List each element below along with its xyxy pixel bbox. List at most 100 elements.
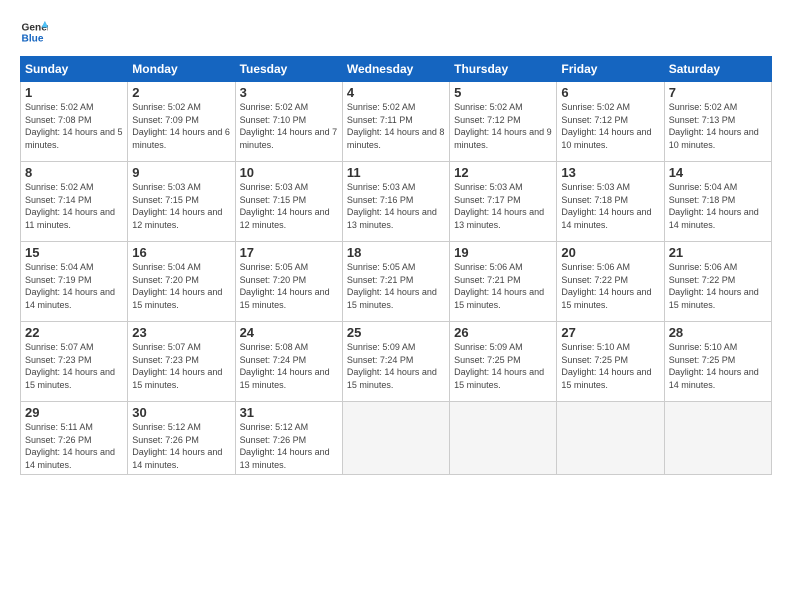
calendar-cell: 30Sunrise: 5:12 AMSunset: 7:26 PMDayligh… (128, 402, 235, 475)
calendar-cell: 14Sunrise: 5:04 AMSunset: 7:18 PMDayligh… (664, 162, 771, 242)
day-info: Sunrise: 5:07 AMSunset: 7:23 PMDaylight:… (25, 341, 123, 391)
day-info: Sunrise: 5:05 AMSunset: 7:20 PMDaylight:… (240, 261, 338, 311)
day-info: Sunrise: 5:06 AMSunset: 7:22 PMDaylight:… (669, 261, 767, 311)
day-info: Sunrise: 5:04 AMSunset: 7:18 PMDaylight:… (669, 181, 767, 231)
calendar-cell: 29Sunrise: 5:11 AMSunset: 7:26 PMDayligh… (21, 402, 128, 475)
week-row-5: 29Sunrise: 5:11 AMSunset: 7:26 PMDayligh… (21, 402, 772, 475)
week-row-1: 1Sunrise: 5:02 AMSunset: 7:08 PMDaylight… (21, 82, 772, 162)
day-info: Sunrise: 5:09 AMSunset: 7:24 PMDaylight:… (347, 341, 445, 391)
day-info: Sunrise: 5:03 AMSunset: 7:15 PMDaylight:… (240, 181, 338, 231)
day-number: 25 (347, 325, 445, 340)
day-number: 27 (561, 325, 659, 340)
weekday-header-friday: Friday (557, 57, 664, 82)
weekday-header-wednesday: Wednesday (342, 57, 449, 82)
calendar-cell: 15Sunrise: 5:04 AMSunset: 7:19 PMDayligh… (21, 242, 128, 322)
calendar-cell: 3Sunrise: 5:02 AMSunset: 7:10 PMDaylight… (235, 82, 342, 162)
day-info: Sunrise: 5:03 AMSunset: 7:18 PMDaylight:… (561, 181, 659, 231)
day-info: Sunrise: 5:02 AMSunset: 7:12 PMDaylight:… (454, 101, 552, 151)
calendar-cell (664, 402, 771, 475)
calendar-cell: 11Sunrise: 5:03 AMSunset: 7:16 PMDayligh… (342, 162, 449, 242)
weekday-header-monday: Monday (128, 57, 235, 82)
day-number: 14 (669, 165, 767, 180)
calendar-cell: 26Sunrise: 5:09 AMSunset: 7:25 PMDayligh… (450, 322, 557, 402)
day-info: Sunrise: 5:03 AMSunset: 7:15 PMDaylight:… (132, 181, 230, 231)
calendar-cell (450, 402, 557, 475)
calendar: SundayMondayTuesdayWednesdayThursdayFrid… (20, 56, 772, 475)
day-number: 13 (561, 165, 659, 180)
calendar-cell: 25Sunrise: 5:09 AMSunset: 7:24 PMDayligh… (342, 322, 449, 402)
calendar-cell: 8Sunrise: 5:02 AMSunset: 7:14 PMDaylight… (21, 162, 128, 242)
page: General Blue SundayMondayTuesdayWednesda… (0, 0, 792, 612)
day-info: Sunrise: 5:02 AMSunset: 7:10 PMDaylight:… (240, 101, 338, 151)
day-info: Sunrise: 5:11 AMSunset: 7:26 PMDaylight:… (25, 421, 123, 471)
calendar-cell: 19Sunrise: 5:06 AMSunset: 7:21 PMDayligh… (450, 242, 557, 322)
day-number: 31 (240, 405, 338, 420)
weekday-header-tuesday: Tuesday (235, 57, 342, 82)
calendar-cell: 31Sunrise: 5:12 AMSunset: 7:26 PMDayligh… (235, 402, 342, 475)
day-info: Sunrise: 5:06 AMSunset: 7:21 PMDaylight:… (454, 261, 552, 311)
day-number: 15 (25, 245, 123, 260)
calendar-cell: 2Sunrise: 5:02 AMSunset: 7:09 PMDaylight… (128, 82, 235, 162)
day-info: Sunrise: 5:05 AMSunset: 7:21 PMDaylight:… (347, 261, 445, 311)
day-number: 12 (454, 165, 552, 180)
day-info: Sunrise: 5:02 AMSunset: 7:08 PMDaylight:… (25, 101, 123, 151)
header: General Blue (20, 18, 772, 46)
week-row-2: 8Sunrise: 5:02 AMSunset: 7:14 PMDaylight… (21, 162, 772, 242)
day-info: Sunrise: 5:03 AMSunset: 7:16 PMDaylight:… (347, 181, 445, 231)
day-number: 22 (25, 325, 123, 340)
svg-text:Blue: Blue (22, 33, 44, 44)
calendar-cell: 5Sunrise: 5:02 AMSunset: 7:12 PMDaylight… (450, 82, 557, 162)
day-info: Sunrise: 5:10 AMSunset: 7:25 PMDaylight:… (669, 341, 767, 391)
day-number: 21 (669, 245, 767, 260)
calendar-cell: 21Sunrise: 5:06 AMSunset: 7:22 PMDayligh… (664, 242, 771, 322)
day-info: Sunrise: 5:03 AMSunset: 7:17 PMDaylight:… (454, 181, 552, 231)
weekday-header-sunday: Sunday (21, 57, 128, 82)
day-info: Sunrise: 5:10 AMSunset: 7:25 PMDaylight:… (561, 341, 659, 391)
calendar-cell: 20Sunrise: 5:06 AMSunset: 7:22 PMDayligh… (557, 242, 664, 322)
day-info: Sunrise: 5:02 AMSunset: 7:13 PMDaylight:… (669, 101, 767, 151)
calendar-cell: 27Sunrise: 5:10 AMSunset: 7:25 PMDayligh… (557, 322, 664, 402)
calendar-cell: 13Sunrise: 5:03 AMSunset: 7:18 PMDayligh… (557, 162, 664, 242)
week-row-3: 15Sunrise: 5:04 AMSunset: 7:19 PMDayligh… (21, 242, 772, 322)
day-number: 4 (347, 85, 445, 100)
calendar-cell: 18Sunrise: 5:05 AMSunset: 7:21 PMDayligh… (342, 242, 449, 322)
calendar-cell: 6Sunrise: 5:02 AMSunset: 7:12 PMDaylight… (557, 82, 664, 162)
calendar-cell: 1Sunrise: 5:02 AMSunset: 7:08 PMDaylight… (21, 82, 128, 162)
calendar-cell: 12Sunrise: 5:03 AMSunset: 7:17 PMDayligh… (450, 162, 557, 242)
weekday-header-row: SundayMondayTuesdayWednesdayThursdayFrid… (21, 57, 772, 82)
day-number: 11 (347, 165, 445, 180)
day-info: Sunrise: 5:08 AMSunset: 7:24 PMDaylight:… (240, 341, 338, 391)
day-number: 3 (240, 85, 338, 100)
day-number: 18 (347, 245, 445, 260)
day-info: Sunrise: 5:02 AMSunset: 7:14 PMDaylight:… (25, 181, 123, 231)
day-info: Sunrise: 5:02 AMSunset: 7:09 PMDaylight:… (132, 101, 230, 151)
day-info: Sunrise: 5:09 AMSunset: 7:25 PMDaylight:… (454, 341, 552, 391)
day-info: Sunrise: 5:04 AMSunset: 7:20 PMDaylight:… (132, 261, 230, 311)
day-number: 16 (132, 245, 230, 260)
calendar-cell: 9Sunrise: 5:03 AMSunset: 7:15 PMDaylight… (128, 162, 235, 242)
day-number: 20 (561, 245, 659, 260)
calendar-cell (342, 402, 449, 475)
calendar-cell: 4Sunrise: 5:02 AMSunset: 7:11 PMDaylight… (342, 82, 449, 162)
day-number: 10 (240, 165, 338, 180)
weekday-header-thursday: Thursday (450, 57, 557, 82)
day-number: 5 (454, 85, 552, 100)
day-number: 8 (25, 165, 123, 180)
day-info: Sunrise: 5:06 AMSunset: 7:22 PMDaylight:… (561, 261, 659, 311)
day-number: 7 (669, 85, 767, 100)
day-number: 26 (454, 325, 552, 340)
week-row-4: 22Sunrise: 5:07 AMSunset: 7:23 PMDayligh… (21, 322, 772, 402)
day-number: 30 (132, 405, 230, 420)
calendar-cell (557, 402, 664, 475)
day-info: Sunrise: 5:07 AMSunset: 7:23 PMDaylight:… (132, 341, 230, 391)
day-number: 2 (132, 85, 230, 100)
day-number: 9 (132, 165, 230, 180)
day-info: Sunrise: 5:12 AMSunset: 7:26 PMDaylight:… (132, 421, 230, 471)
calendar-cell: 22Sunrise: 5:07 AMSunset: 7:23 PMDayligh… (21, 322, 128, 402)
day-number: 29 (25, 405, 123, 420)
logo: General Blue (20, 18, 52, 46)
calendar-cell: 24Sunrise: 5:08 AMSunset: 7:24 PMDayligh… (235, 322, 342, 402)
logo-icon: General Blue (20, 18, 48, 46)
day-number: 19 (454, 245, 552, 260)
day-number: 6 (561, 85, 659, 100)
